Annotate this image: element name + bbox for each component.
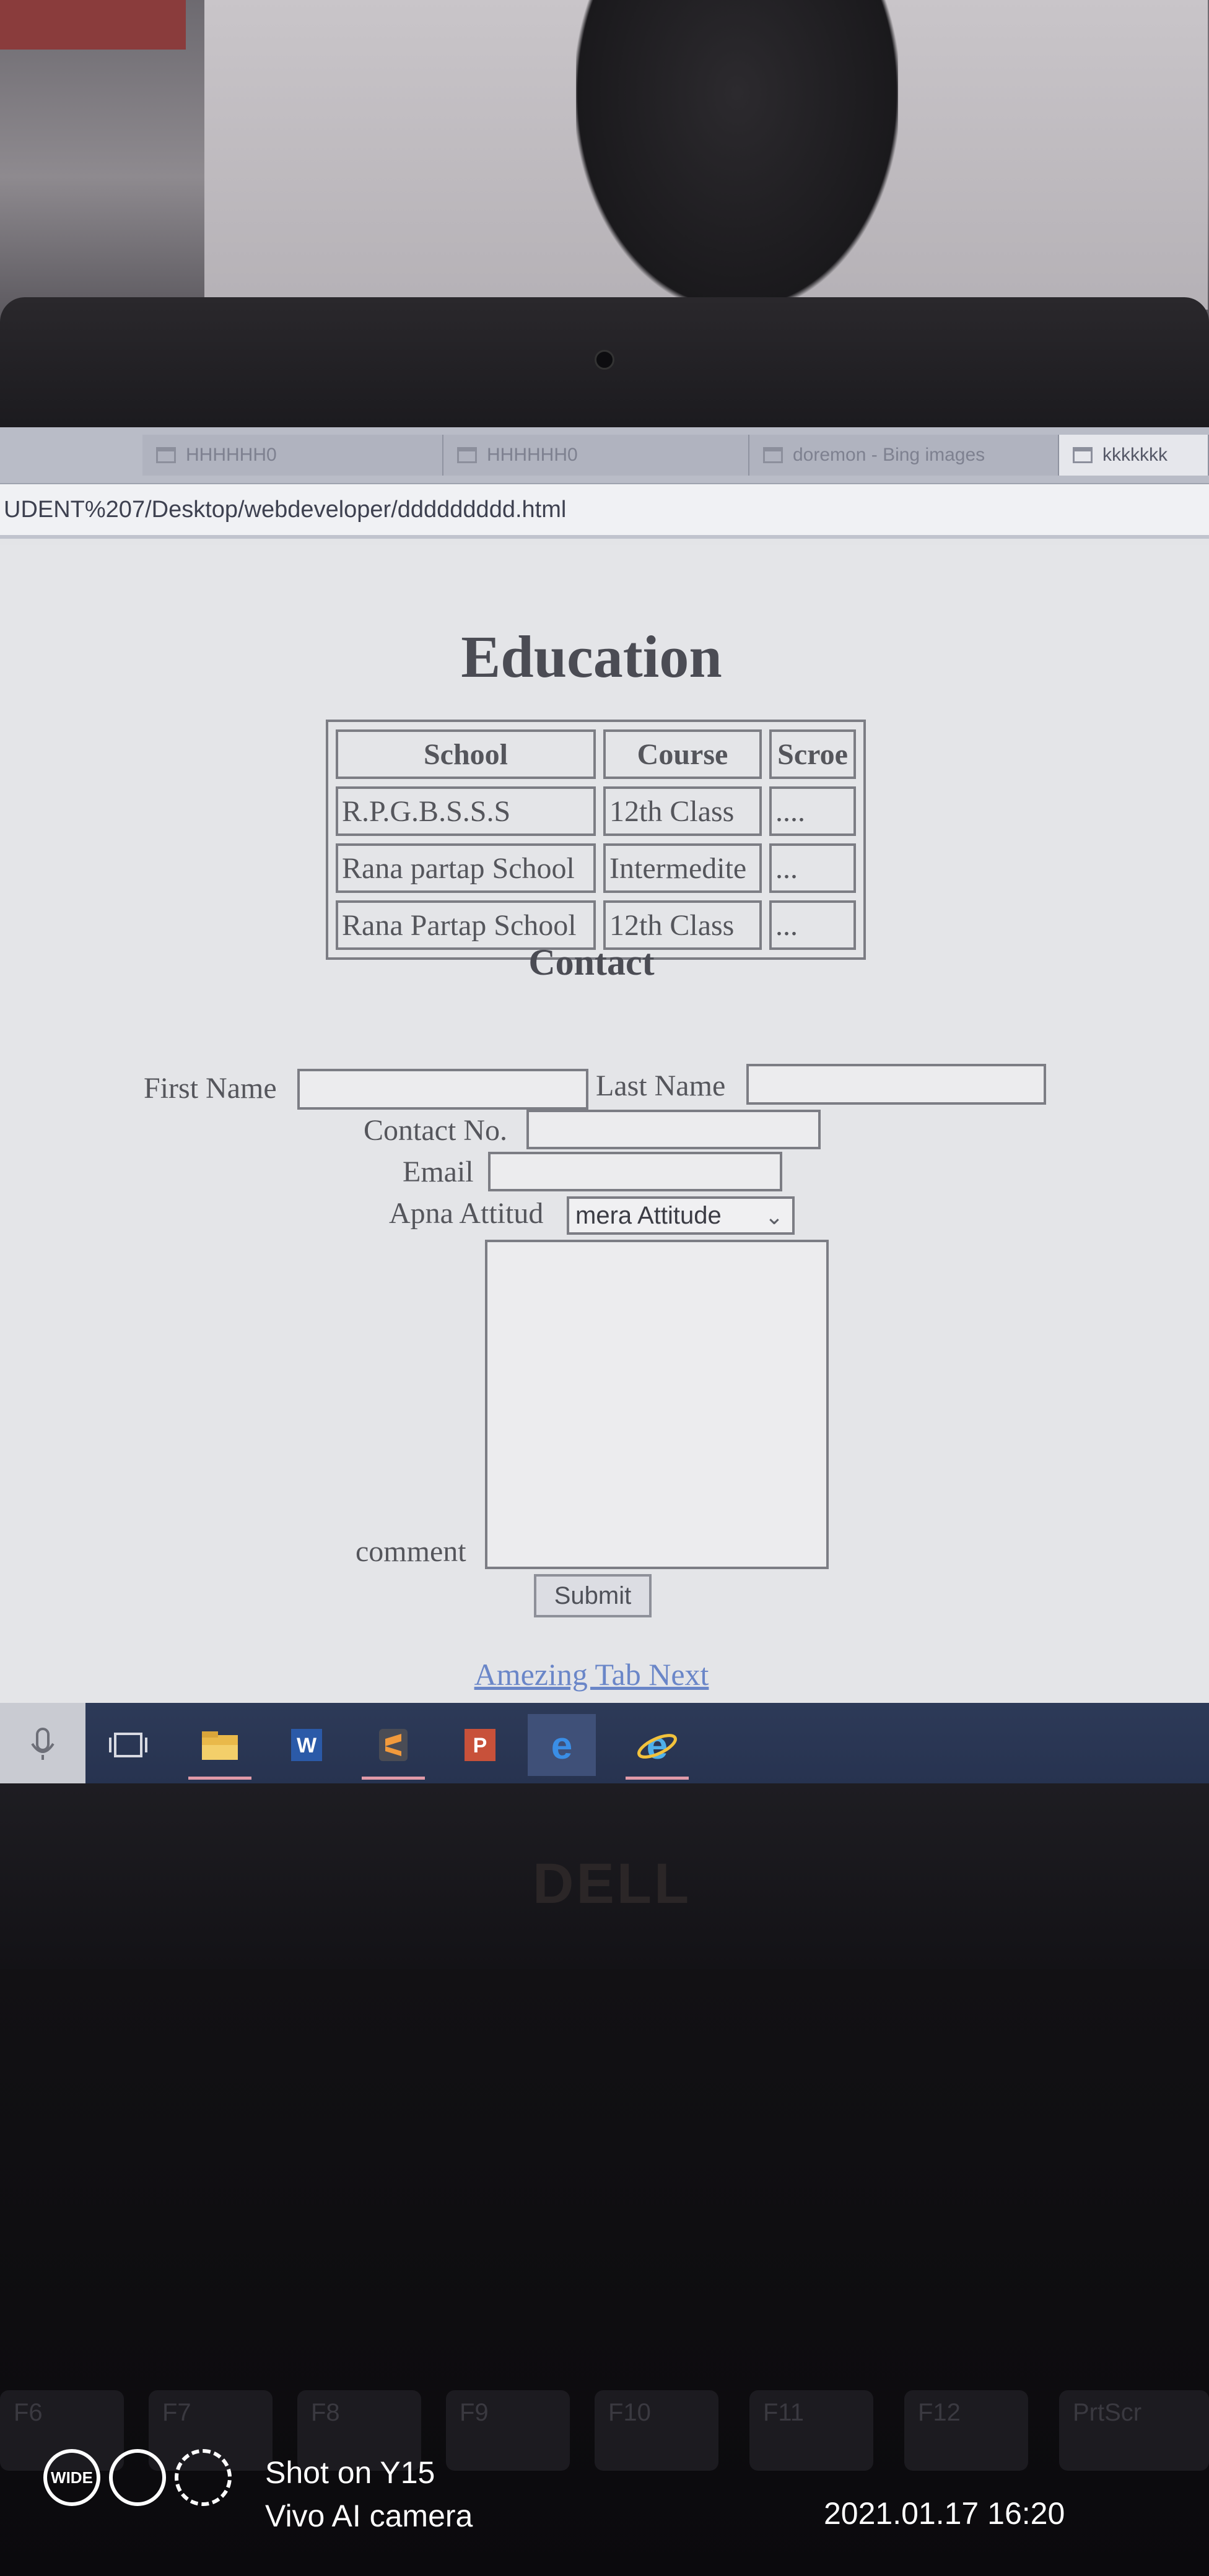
page-icon	[1073, 447, 1093, 463]
contact-no-input[interactable]	[526, 1110, 821, 1149]
person-silhouette	[576, 0, 898, 310]
first-name-input[interactable]	[297, 1069, 588, 1110]
wide-lens-icon: WIDE	[43, 2449, 100, 2506]
table-cell: ...	[769, 843, 856, 893]
word-button[interactable]: W	[273, 1714, 341, 1776]
lens-dashed-ring-icon	[175, 2449, 232, 2506]
contact-no-label: Contact No.	[364, 1114, 507, 1147]
key-f10: F10	[595, 2390, 718, 2471]
submit-button[interactable]: Submit	[534, 1574, 652, 1617]
cortana-area[interactable]	[0, 1703, 85, 1783]
powerpoint-button[interactable]: P	[446, 1714, 514, 1776]
svg-text:W: W	[297, 1734, 317, 1757]
table-cell: R.P.G.B.S.S.S	[336, 786, 596, 836]
column-header-score: Scroe	[769, 729, 856, 779]
edge-button[interactable]: e	[528, 1714, 596, 1776]
table-row: Rana partap School Intermedite ...	[336, 843, 856, 893]
file-explorer-icon	[202, 1731, 238, 1760]
task-view-button[interactable]	[94, 1714, 162, 1776]
column-header-school: School	[336, 729, 596, 779]
browser-tab-1[interactable]: HHHHHH0	[142, 435, 443, 476]
browser-tab-2[interactable]: HHHHHH0	[443, 435, 749, 476]
powerpoint-icon: P	[465, 1729, 495, 1761]
chevron-down-icon: ⌄	[764, 1204, 783, 1229]
sublime-text-icon	[379, 1729, 408, 1761]
svg-text:P: P	[473, 1734, 487, 1757]
browser-tab-4-active[interactable]: kkkkkkk	[1059, 435, 1209, 476]
room-red-object	[0, 0, 186, 50]
contact-heading: Contact	[528, 942, 655, 983]
education-table: School Course Scroe R.P.G.B.S.S.S 12th C…	[326, 720, 866, 960]
lens-ring-icon	[109, 2449, 166, 2506]
key-prtscr: PrtScr	[1059, 2390, 1209, 2471]
camera-watermark-text: Shot on Y15 Vivo AI camera	[265, 2451, 473, 2538]
last-name-label: Last Name	[596, 1069, 726, 1102]
word-icon: W	[291, 1729, 322, 1761]
edge-icon: e	[551, 1726, 572, 1764]
attitude-label: Apna Attitud	[389, 1197, 544, 1230]
tab-label: HHHHHH0	[487, 445, 578, 465]
camera-watermark-icons: WIDE	[43, 2449, 232, 2506]
task-view-icon	[109, 1733, 147, 1757]
page-icon	[457, 447, 477, 463]
tab-label: HHHHHH0	[186, 445, 277, 465]
browser-tab-3[interactable]: doremon - Bing images	[749, 435, 1059, 476]
page-icon	[156, 447, 176, 463]
education-heading: Education	[461, 624, 722, 690]
tab-label: kkkkkkk	[1102, 445, 1168, 465]
windows-taskbar: W P e e	[0, 1703, 1209, 1783]
comment-label: comment	[356, 1535, 466, 1568]
table-cell: ....	[769, 786, 856, 836]
email-input[interactable]	[488, 1152, 782, 1191]
internet-explorer-icon: e	[637, 1726, 677, 1764]
table-cell: Rana partap School	[336, 843, 596, 893]
laptop-screen: HHHHHH0 HHHHHH0 doremon - Bing images kk…	[0, 427, 1209, 1783]
watermark-line-1: Shot on Y15	[265, 2455, 435, 2490]
page-icon	[763, 447, 783, 463]
key-f12: F12	[904, 2390, 1028, 2471]
internet-explorer-button[interactable]: e	[623, 1714, 691, 1780]
tab-label: doremon - Bing images	[793, 445, 985, 465]
attitude-selected-value: mera Attitude	[575, 1201, 722, 1229]
table-cell: 12th Class	[603, 786, 762, 836]
svg-text:e: e	[551, 1726, 572, 1764]
microphone-icon	[31, 1728, 55, 1760]
key-f11: F11	[749, 2390, 873, 2471]
browser-tab-bar: HHHHHH0 HHHHHH0 doremon - Bing images kk…	[0, 427, 1209, 484]
address-url: UDENT%207/Desktop/webdeveloper/ddddddddd…	[4, 496, 567, 523]
comment-textarea[interactable]	[485, 1240, 829, 1569]
address-bar[interactable]: UDENT%207/Desktop/webdeveloper/ddddddddd…	[0, 484, 1209, 539]
table-header-row: School Course Scroe	[336, 729, 856, 779]
column-header-course: Course	[603, 729, 762, 779]
email-label: Email	[403, 1155, 474, 1188]
table-row: R.P.G.B.S.S.S 12th Class ....	[336, 786, 856, 836]
web-page: Education School Course Scroe R.P.G.B.S.…	[0, 545, 1209, 1703]
attitude-select[interactable]: mera Attitude ⌄	[567, 1196, 795, 1235]
watermark-line-2: Vivo AI camera	[265, 2499, 473, 2533]
dell-logo: DELL	[533, 1852, 692, 1915]
sublime-text-button[interactable]	[359, 1714, 427, 1780]
table-cell: Intermedite	[603, 843, 762, 893]
file-explorer-button[interactable]	[186, 1714, 254, 1780]
amezing-tab-next-link[interactable]: Amezing Tab Next	[0, 1656, 1183, 1692]
last-name-input[interactable]	[746, 1064, 1046, 1105]
first-name-label: First Name	[144, 1072, 277, 1105]
camera-timestamp: 2021.01.17 16:20	[824, 2496, 1065, 2531]
webcam	[595, 350, 614, 370]
